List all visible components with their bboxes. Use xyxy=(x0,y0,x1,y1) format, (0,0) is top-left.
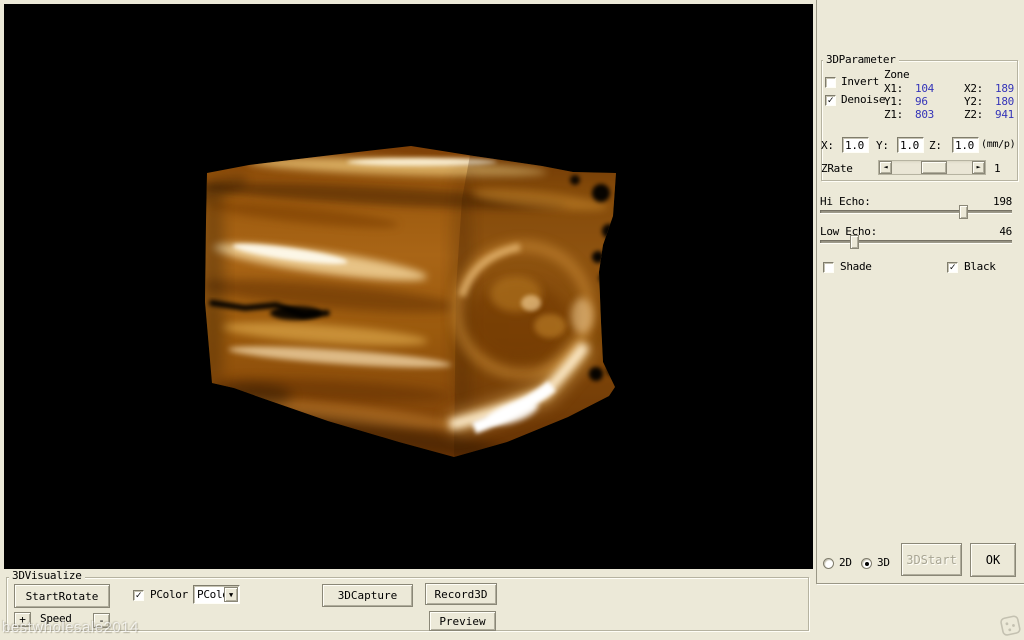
scale-unit-label: (mm/p) xyxy=(981,139,1015,151)
watermark-text: bestwholesale2014 xyxy=(2,619,139,636)
invert-checkbox[interactable] xyxy=(825,77,836,88)
denoise-checkbox[interactable]: ✓ xyxy=(825,95,836,106)
hi-echo-label: Hi Echo: xyxy=(820,196,871,208)
x-scale-label: X: xyxy=(821,140,834,152)
zone-value: 189 xyxy=(995,83,1014,95)
zone-value: 941 xyxy=(995,109,1014,121)
zone-key: X1: xyxy=(884,83,915,95)
z-scale-label: Z: xyxy=(929,140,942,152)
arrow-left-icon: ◄ xyxy=(884,162,888,173)
3dstart-button[interactable]: 3DStart xyxy=(901,543,962,576)
3dcapture-button[interactable]: 3DCapture xyxy=(322,584,413,607)
radio-2d[interactable] xyxy=(823,558,834,569)
low-echo-value: 46 xyxy=(975,226,1012,238)
shade-label: Shade xyxy=(840,261,872,273)
record3d-button[interactable]: Record3D xyxy=(425,583,497,605)
panel-divider-horizontal xyxy=(817,583,1024,584)
zrate-scroll-thumb[interactable] xyxy=(921,161,947,174)
pcolor-dropdown[interactable]: PColor ▼ xyxy=(193,585,240,604)
pcolor-checkbox[interactable]: ✓ xyxy=(133,590,144,601)
radio-3d-label: 3D xyxy=(877,557,890,569)
zrate-scroll-left-button[interactable]: ◄ xyxy=(879,161,892,174)
check-icon: ✓ xyxy=(950,263,956,272)
denoise-label: Denoise xyxy=(841,94,885,106)
check-icon: ✓ xyxy=(136,591,142,600)
ok-button[interactable]: OK xyxy=(970,543,1016,577)
ultrasound-volume-render xyxy=(4,4,813,569)
zone-row: Y1: 96 Y2: 180 xyxy=(884,96,1018,108)
pcolor-label: PColor xyxy=(150,589,188,601)
viewport-3d[interactable] xyxy=(4,4,813,569)
radio-2d-label: 2D xyxy=(839,557,852,569)
zone-row: Z1: 803 Z2: 941 xyxy=(884,109,1018,121)
check-icon: ✓ xyxy=(828,96,834,105)
zone-key: Y2: xyxy=(964,96,995,108)
zone-key: Z2: xyxy=(964,109,995,121)
arrow-right-icon: ► xyxy=(977,162,981,173)
zone-label: Zone xyxy=(884,69,909,81)
parameter-group-title: 3DParameter xyxy=(823,54,899,66)
hi-echo-value: 198 xyxy=(975,196,1012,208)
visualize-group-title: 3DVisualize xyxy=(9,570,85,582)
shade-checkbox[interactable] xyxy=(823,262,834,273)
zone-row: X1: 104 X2: 189 xyxy=(884,83,1018,95)
zone-key: X2: xyxy=(964,83,995,95)
radio-dot xyxy=(865,562,869,566)
start-rotate-button[interactable]: StartRotate xyxy=(14,584,110,608)
invert-label: Invert xyxy=(841,76,879,88)
zone-key: Y1: xyxy=(884,96,915,108)
y-scale-label: Y: xyxy=(876,140,889,152)
zrate-scrollbar[interactable]: ◄ ► xyxy=(878,160,986,175)
low-echo-slider-track[interactable] xyxy=(820,240,1012,244)
y-scale-input[interactable] xyxy=(897,137,924,153)
hi-echo-slider-thumb[interactable] xyxy=(959,205,968,219)
x-scale-input[interactable] xyxy=(842,137,869,153)
black-label: Black xyxy=(964,261,996,273)
zrate-label: ZRate xyxy=(821,163,853,175)
zone-key: Z1: xyxy=(884,109,915,121)
zone-value: 180 xyxy=(995,96,1014,108)
zrate-value: 1 xyxy=(994,163,1000,175)
panel-divider-vertical xyxy=(816,0,817,584)
low-echo-label: Low Echo: xyxy=(820,226,877,238)
zrate-scroll-right-button[interactable]: ► xyxy=(972,161,985,174)
zone-value: 96 xyxy=(915,96,964,108)
z-scale-input[interactable] xyxy=(952,137,979,153)
radio-3d[interactable] xyxy=(861,558,872,569)
zone-value: 104 xyxy=(915,83,964,95)
app-window: 3DParameter Invert ✓ Denoise Zone X1: 10… xyxy=(0,0,1024,640)
preview-button[interactable]: Preview xyxy=(429,611,496,631)
zone-value: 803 xyxy=(915,109,964,121)
pcolor-dropdown-button[interactable]: ▼ xyxy=(224,587,238,602)
black-checkbox[interactable]: ✓ xyxy=(947,262,958,273)
hi-echo-slider-track[interactable] xyxy=(820,210,1012,214)
low-echo-slider-thumb[interactable] xyxy=(850,235,859,249)
watermark-dice-icon xyxy=(999,614,1023,638)
chevron-down-icon: ▼ xyxy=(229,591,233,599)
